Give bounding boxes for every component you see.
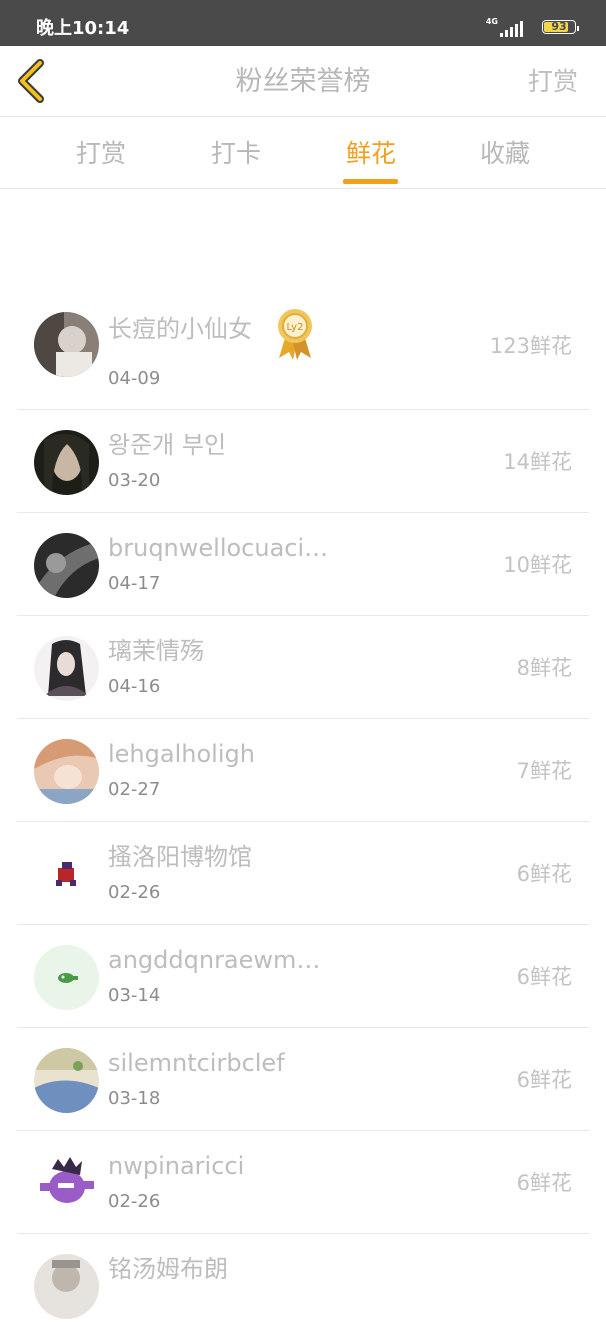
fan-name: 长痘的小仙女: [108, 315, 252, 343]
fan-date: 03-20: [108, 470, 161, 491]
flower-count: 14鲜花: [503, 450, 572, 474]
list-item[interactable]: 璃茉情殇 04-16 8鲜花: [17, 616, 589, 719]
flower-count: 8鲜花: [516, 656, 572, 680]
flower-count: 7鲜花: [516, 759, 572, 783]
fan-date: 02-26: [108, 882, 161, 903]
battery-icon: 93: [542, 20, 579, 34]
fan-date: 04-17: [108, 573, 161, 594]
list-item[interactable]: 长痘的小仙女 Ly2 04-09 123鲜花: [17, 292, 589, 410]
fan-name: angddqnraewm…: [108, 946, 321, 974]
avatar[interactable]: [34, 842, 99, 907]
page-title: 粉丝荣誉榜: [235, 66, 371, 97]
avatar[interactable]: [34, 739, 99, 804]
avatar[interactable]: [34, 1151, 99, 1216]
flower-count: 6鲜花: [516, 1068, 572, 1092]
avatar[interactable]: [34, 1048, 99, 1113]
fan-date: 04-16: [108, 676, 161, 697]
network-type-label: 4G: [485, 17, 498, 26]
nav-bar: 粉丝荣誉榜 打赏: [0, 46, 606, 117]
fan-date: 03-18: [108, 1088, 161, 1109]
list-item[interactable]: lehgalholigh 02-27 7鲜花: [17, 719, 589, 822]
fan-name: silemntcirbclef: [108, 1049, 285, 1077]
list-item[interactable]: 铭汤姆布朗: [17, 1234, 589, 1337]
level-badge-icon: Ly2: [278, 309, 312, 360]
tab-bar: 打赏 打卡 鲜花 收藏: [0, 117, 606, 189]
fan-date: 02-26: [108, 1191, 161, 1212]
reward-button[interactable]: 打赏: [528, 65, 578, 99]
avatar[interactable]: [34, 1254, 99, 1319]
fan-date: 02-27: [108, 779, 161, 800]
tab-favorites[interactable]: 收藏: [465, 137, 545, 171]
tab-flowers[interactable]: 鲜花: [331, 137, 411, 171]
flower-count: 10鲜花: [503, 553, 572, 577]
avatar[interactable]: [34, 636, 99, 701]
flower-count: 6鲜花: [516, 1171, 572, 1195]
fan-date: 04-09: [108, 368, 161, 389]
signal-icon: [500, 21, 523, 37]
flower-count: 6鲜花: [516, 965, 572, 989]
flower-count: 6鲜花: [516, 862, 572, 886]
level-badge-text: Ly2: [287, 322, 304, 333]
status-bar: 晚上10:14 4G 93: [0, 0, 606, 46]
list-item[interactable]: nwpinaricci 02-26 6鲜花: [17, 1131, 589, 1234]
fan-name: 璃茉情殇: [108, 637, 204, 665]
fan-ranking-list: 长痘的小仙女 Ly2 04-09 123鲜花 왕준개 부인 03-20 14鲜花: [0, 292, 606, 1337]
avatar[interactable]: [34, 430, 99, 495]
fan-name: 搔洛阳博物馆: [108, 843, 252, 871]
fan-name: 왕준개 부인: [108, 431, 227, 459]
active-tab-indicator: [343, 179, 398, 184]
status-icons: 4G 93: [456, 17, 579, 41]
fan-date: 03-14: [108, 985, 161, 1006]
avatar[interactable]: [34, 945, 99, 1010]
status-time: 晚上10:14: [36, 18, 130, 39]
avatar[interactable]: [34, 312, 99, 377]
tab-checkin[interactable]: 打卡: [196, 137, 276, 171]
tab-reward[interactable]: 打赏: [61, 137, 141, 171]
list-item[interactable]: 왕준개 부인 03-20 14鲜花: [17, 410, 589, 513]
list-item[interactable]: bruqnwellocuaci… 04-17 10鲜花: [17, 513, 589, 616]
fan-name: lehgalholigh: [108, 740, 255, 768]
list-item[interactable]: angddqnraewm… 03-14 6鲜花: [17, 925, 589, 1028]
battery-level: 93: [551, 20, 567, 33]
list-item[interactable]: silemntcirbclef 03-18 6鲜花: [17, 1028, 589, 1131]
fan-name: nwpinaricci: [108, 1152, 245, 1180]
fan-name: bruqnwellocuaci…: [108, 534, 329, 562]
avatar[interactable]: [34, 533, 99, 598]
list-item[interactable]: 搔洛阳博物馆 02-26 6鲜花: [17, 822, 589, 925]
flower-count: 123鲜花: [489, 334, 572, 358]
